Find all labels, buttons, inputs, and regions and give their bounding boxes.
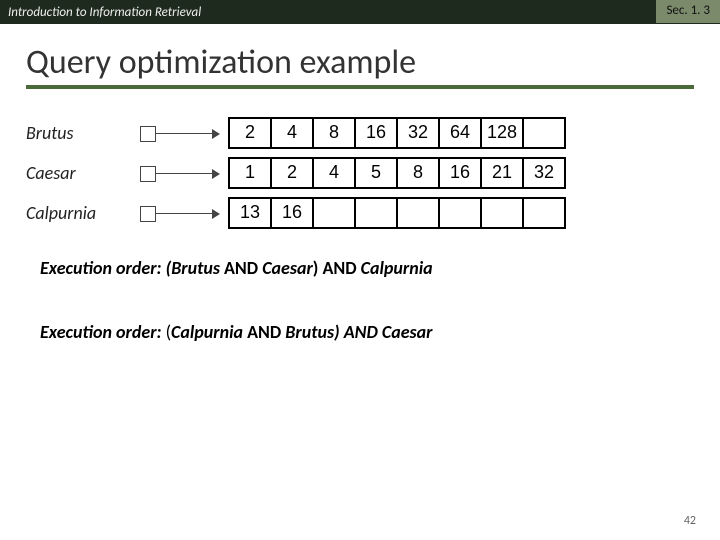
postings-row: Calpurnia 13 16 bbox=[26, 193, 694, 233]
arrow-icon bbox=[136, 159, 228, 187]
term-label: Calpurnia bbox=[26, 202, 136, 224]
posting-cell: 16 bbox=[354, 117, 398, 149]
posting-cell: 21 bbox=[480, 157, 524, 189]
posting-cell: 32 bbox=[396, 117, 440, 149]
course-title: Introduction to Information Retrieval bbox=[8, 5, 201, 20]
posting-cell: 16 bbox=[438, 157, 482, 189]
postings-row: Caesar 1 2 4 5 8 16 21 32 bbox=[26, 153, 694, 193]
postings-list: 13 16 bbox=[228, 197, 566, 229]
section-badge: Sec. 1. 3 bbox=[656, 0, 720, 23]
slide-title: Query optimization example bbox=[26, 42, 694, 83]
posting-cell bbox=[396, 197, 440, 229]
execution-orders: Execution order: (Brutus AND Caesar) AND… bbox=[0, 233, 720, 343]
posting-cell: 5 bbox=[354, 157, 398, 189]
posting-cell: 2 bbox=[228, 117, 272, 149]
posting-cell bbox=[480, 197, 524, 229]
posting-cell bbox=[522, 117, 566, 149]
page-number: 42 bbox=[684, 514, 696, 528]
postings-area: Brutus 2 4 8 16 32 64 128 Caesar 1 2 4 5… bbox=[0, 93, 720, 233]
postings-row: Brutus 2 4 8 16 32 64 128 bbox=[26, 113, 694, 153]
arrow-icon bbox=[136, 199, 228, 227]
posting-cell: 32 bbox=[522, 157, 566, 189]
posting-cell: 16 bbox=[270, 197, 314, 229]
term-label: Brutus bbox=[26, 122, 136, 144]
posting-cell: 2 bbox=[270, 157, 314, 189]
execution-order-2: Execution order: (Calpurnia AND Brutus) … bbox=[40, 321, 680, 343]
posting-cell bbox=[312, 197, 356, 229]
posting-cell: 4 bbox=[270, 117, 314, 149]
postings-list: 2 4 8 16 32 64 128 bbox=[228, 117, 566, 149]
posting-cell: 128 bbox=[480, 117, 524, 149]
posting-cell bbox=[438, 197, 482, 229]
execution-order-1: Execution order: (Brutus AND Caesar) AND… bbox=[40, 257, 680, 279]
posting-cell bbox=[354, 197, 398, 229]
posting-cell: 64 bbox=[438, 117, 482, 149]
posting-cell: 13 bbox=[228, 197, 272, 229]
posting-cell bbox=[522, 197, 566, 229]
posting-cell: 8 bbox=[312, 117, 356, 149]
posting-cell: 4 bbox=[312, 157, 356, 189]
arrow-icon bbox=[136, 119, 228, 147]
slide-header: Introduction to Information Retrieval Se… bbox=[0, 0, 720, 24]
title-block: Query optimization example bbox=[0, 24, 720, 93]
posting-cell: 8 bbox=[396, 157, 440, 189]
posting-cell: 1 bbox=[228, 157, 272, 189]
title-rule bbox=[26, 85, 694, 89]
postings-list: 1 2 4 5 8 16 21 32 bbox=[228, 157, 566, 189]
term-label: Caesar bbox=[26, 162, 136, 184]
